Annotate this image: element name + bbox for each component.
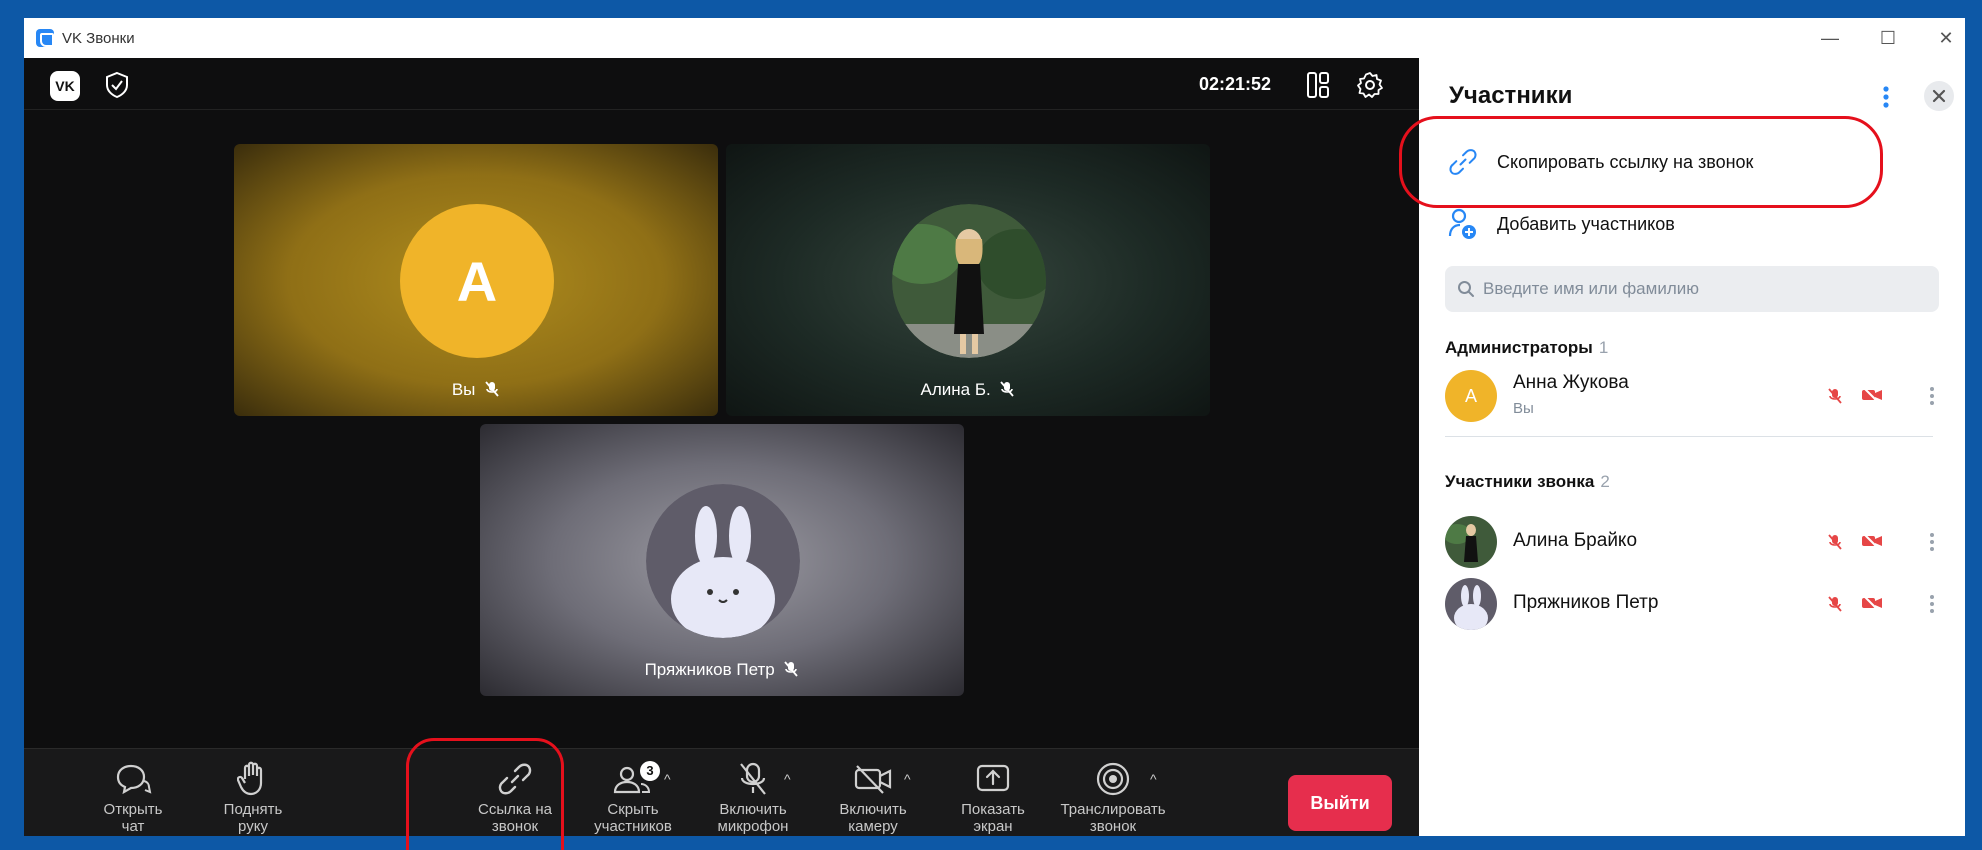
maximize-button[interactable]: ☐ bbox=[1866, 26, 1910, 50]
camera-off-icon bbox=[1862, 594, 1882, 612]
settings-gear-icon[interactable] bbox=[1356, 71, 1384, 99]
exit-call-button[interactable]: Выйти bbox=[1288, 775, 1392, 831]
layout-grid-icon[interactable] bbox=[1306, 71, 1330, 99]
chat-icon bbox=[116, 764, 152, 795]
alina-avatar bbox=[892, 204, 1046, 358]
petr-avatar bbox=[646, 484, 800, 638]
participant-search[interactable] bbox=[1445, 266, 1939, 312]
section-admins: Администраторы 1 bbox=[1445, 338, 1609, 357]
highlight-ring-link-button bbox=[406, 738, 564, 850]
enable-camera-button[interactable]: ^ Включить камеру bbox=[818, 757, 928, 835]
video-tile-petr[interactable]: Пряжников Петр bbox=[480, 424, 964, 696]
tile-label-alina: Алина Б. bbox=[726, 380, 1210, 400]
mic-off-icon bbox=[1000, 381, 1015, 397]
call-controls-bar: Открыть чат Поднять руку Ссылка на звоно… bbox=[24, 748, 1419, 836]
tile-label-self: Вы bbox=[234, 380, 718, 400]
chevron-up-icon[interactable]: ^ bbox=[1150, 771, 1157, 788]
screen-share-icon bbox=[976, 764, 1010, 792]
vk-logo: VK bbox=[50, 71, 80, 101]
call-top-bar: VK 02:21:52 bbox=[24, 58, 1419, 110]
raise-hand-button[interactable]: Поднять руку bbox=[198, 757, 308, 835]
close-window-button[interactable]: ✕ bbox=[1924, 26, 1968, 50]
tile-label-petr: Пряжников Петр bbox=[480, 660, 964, 680]
add-participants-button[interactable]: Добавить участников bbox=[1443, 204, 1675, 244]
video-tile-self[interactable]: A Вы bbox=[234, 144, 718, 416]
call-timer: 02:21:52 bbox=[1199, 74, 1272, 94]
member-row[interactable]: Алина Брайко bbox=[1445, 514, 1939, 570]
microphone-off-icon bbox=[740, 762, 766, 795]
member-menu-icon[interactable] bbox=[1929, 594, 1935, 614]
member-row[interactable]: А Анна Жукова Вы bbox=[1445, 368, 1939, 424]
add-user-icon bbox=[1448, 208, 1476, 239]
camera-off-icon bbox=[854, 765, 892, 794]
share-screen-button[interactable]: Показать экран bbox=[938, 757, 1048, 835]
mic-off-icon bbox=[1828, 596, 1842, 612]
hand-icon bbox=[237, 761, 263, 796]
mic-off-icon bbox=[1828, 388, 1842, 404]
enable-microphone-button[interactable]: ^ Включить микрофон bbox=[698, 757, 808, 835]
call-area: VK 02:21:52 A Вы Алина Б. Пряжников Петр… bbox=[24, 58, 1419, 850]
search-input[interactable] bbox=[1483, 279, 1923, 299]
avatar bbox=[1445, 578, 1497, 630]
mic-off-icon bbox=[784, 661, 799, 677]
camera-off-icon bbox=[1862, 532, 1882, 550]
participants-panel: Участники Скопировать ссылку на звонок Д… bbox=[1399, 58, 1965, 836]
member-row[interactable]: Пряжников Петр bbox=[1445, 576, 1939, 632]
avatar bbox=[1445, 516, 1497, 568]
broadcast-call-button[interactable]: ^ Транслировать звонок bbox=[1058, 757, 1168, 835]
hide-participants-button[interactable]: 3 ^ Скрыть участников bbox=[578, 757, 688, 835]
avatar: А bbox=[1445, 370, 1497, 422]
member-menu-icon[interactable] bbox=[1929, 532, 1935, 552]
minimize-button[interactable]: — bbox=[1808, 26, 1852, 50]
search-icon bbox=[1458, 281, 1474, 297]
member-name: Алина Брайко bbox=[1513, 530, 1638, 551]
participants-count-badge: 3 bbox=[640, 761, 660, 781]
mic-off-icon bbox=[1828, 534, 1842, 550]
app-logo-icon bbox=[36, 29, 54, 47]
shield-icon[interactable] bbox=[104, 71, 130, 99]
chevron-up-icon[interactable]: ^ bbox=[664, 771, 671, 788]
video-tile-alina[interactable]: Алина Б. bbox=[726, 144, 1210, 416]
section-divider bbox=[1445, 436, 1933, 437]
self-avatar: A bbox=[400, 204, 554, 358]
chevron-up-icon[interactable]: ^ bbox=[904, 771, 911, 788]
broadcast-icon bbox=[1096, 762, 1130, 796]
more-vertical-icon[interactable] bbox=[1881, 84, 1891, 110]
section-participants: Участники звонка 2 bbox=[1445, 472, 1610, 491]
window-title: VK Звонки bbox=[62, 30, 135, 47]
camera-off-icon bbox=[1862, 386, 1882, 404]
member-name: Пряжников Петр bbox=[1513, 592, 1659, 613]
close-panel-icon[interactable] bbox=[1923, 80, 1955, 112]
mic-off-icon bbox=[485, 381, 499, 397]
chevron-up-icon[interactable]: ^ bbox=[784, 771, 791, 788]
member-menu-icon[interactable] bbox=[1929, 386, 1935, 406]
panel-title: Участники bbox=[1449, 82, 1573, 109]
title-bar: VK Звонки — ☐ ✕ bbox=[24, 18, 1965, 58]
highlight-ring-copy-link bbox=[1399, 116, 1883, 208]
app-window: VK Звонки — ☐ ✕ VK 02:21:52 A Вы Алина Б… bbox=[24, 18, 1965, 850]
open-chat-button[interactable]: Открыть чат bbox=[78, 757, 188, 835]
member-sub: Вы bbox=[1513, 400, 1534, 417]
member-name: Анна Жукова bbox=[1513, 372, 1629, 393]
